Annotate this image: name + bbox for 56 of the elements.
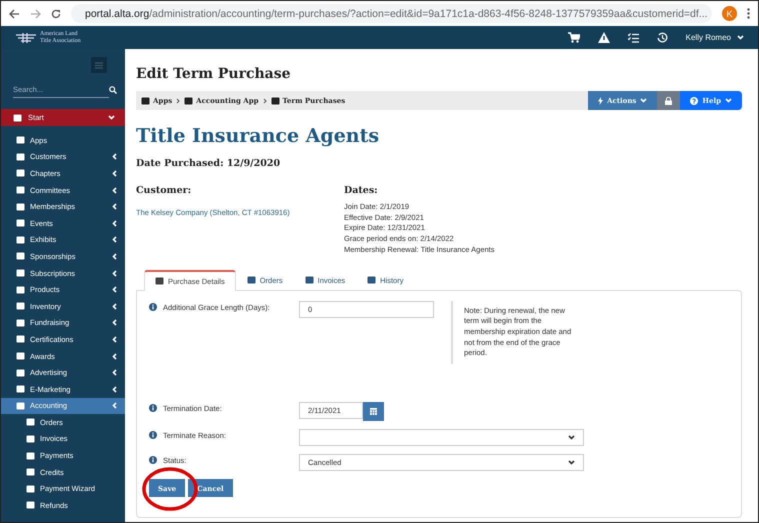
menu-icon [95,62,103,68]
chevron-icon [262,98,267,104]
chevron-icon [112,220,117,227]
lock-button[interactable] [657,91,680,110]
chevron-icon [112,319,117,326]
chevron-icon [176,98,180,104]
chevron-icon [112,186,117,194]
section-heading: Title Insurance Agents [136,125,380,147]
info-icon [149,302,157,311]
cart-icon[interactable] [568,32,580,43]
chevron-icon [112,153,117,160]
chevron-icon [112,336,117,343]
select-field[interactable] [299,429,584,446]
chevron-icon [568,460,575,466]
tab-icon [155,277,164,286]
caret-icon [640,98,648,103]
info-icon [149,404,157,412]
user-menu[interactable]: Kelly Romeo [686,33,744,42]
more-icon[interactable] [747,8,750,19]
address-bar[interactable]: portal.alta.org/administration/accounting/term-purchases/?action=edit&id=9a171c1a-d863-4f56-8248-1377579359aa&customerid=df... [71,4,712,23]
chevron-icon [112,386,117,393]
column-heading: Customer: [136,185,192,196]
page-title: Edit Term Purchase [136,66,292,82]
info-icon [149,456,157,464]
info-icon [149,431,157,440]
chevron-icon [112,270,117,277]
calendar-icon [370,408,377,416]
tab-icon [246,276,256,284]
search-icon [109,86,117,94]
tab-icon [367,276,376,284]
chevron-icon [112,352,117,360]
warning-icon[interactable] [598,32,610,43]
chevron-icon [112,203,117,210]
logo-icon [15,32,37,44]
tab-icon [304,276,314,284]
calendar-button[interactable] [363,402,384,422]
lock-icon [665,96,672,104]
chevron-icon [112,302,117,310]
caret-icon [725,98,732,103]
help-icon [690,96,698,104]
caret-icon [737,35,744,40]
checklist-icon[interactable] [628,32,639,42]
chevron-icon [112,402,117,410]
chevron-icon [112,236,117,244]
chevron-icon [112,252,117,260]
chevron-icon [112,170,117,177]
chevron-icon [112,286,117,294]
caret-icon [108,115,115,120]
back-icon[interactable] [9,8,20,18]
reload-icon[interactable] [51,8,61,18]
chevron-icon [568,435,575,440]
column-heading: Dates: [344,185,379,196]
history-icon[interactable] [656,32,668,43]
chevron-icon [112,369,117,376]
bolt-icon [598,96,604,104]
date-purchased: Date Purchased: 12/9/2020 [136,158,282,169]
